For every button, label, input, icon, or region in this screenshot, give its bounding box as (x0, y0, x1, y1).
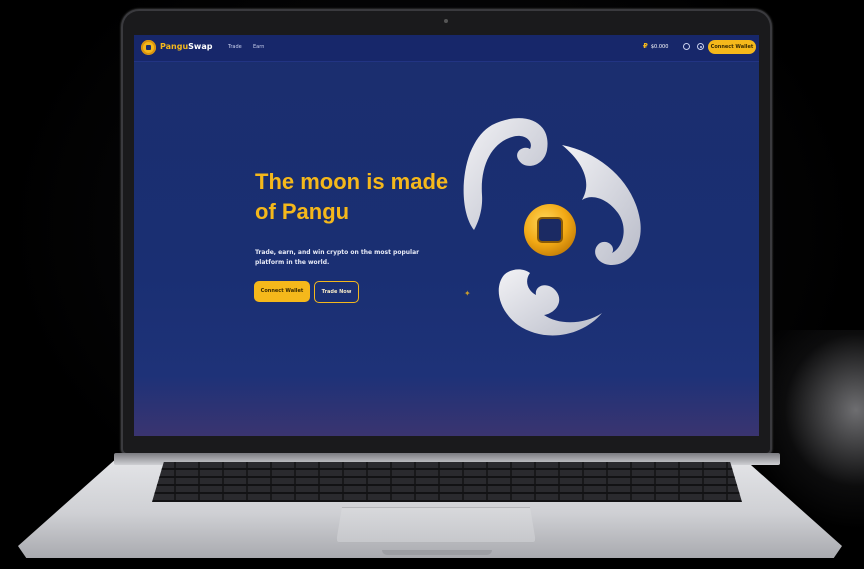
laptop-keyboard (152, 462, 742, 502)
laptop-screen: PanguSwap Trade Earn ₽ $0.000 Connect Wal… (134, 35, 759, 436)
connect-wallet-button[interactable]: Connect Wallet (254, 281, 310, 302)
nav-item-earn[interactable]: Earn (253, 44, 264, 50)
laptop-scene: PanguSwap Trade Earn ₽ $0.000 Connect Wal… (0, 0, 864, 569)
brand-name-first: Pangu (160, 42, 189, 51)
gear-icon[interactable] (697, 43, 704, 50)
globe-icon[interactable] (683, 43, 690, 50)
brand-name[interactable]: PanguSwap (160, 42, 212, 51)
pangu-token-icon: ₽ (643, 42, 648, 50)
laptop-front-notch (382, 550, 492, 555)
hero-headline: The moon is made of Pangu (255, 169, 449, 224)
trade-now-button[interactable]: Trade Now (314, 281, 359, 303)
cloud-swirl-bottom (498, 269, 602, 336)
nav-item-trade[interactable]: Trade (228, 44, 242, 50)
camera-icon (444, 19, 448, 23)
laptop-trackpad (336, 507, 536, 543)
connect-wallet-button-header[interactable]: Connect Wallet (708, 40, 756, 54)
pangu-logo-icon[interactable] (141, 40, 156, 55)
laptop-lid: PanguSwap Trade Earn ₽ $0.000 Connect Wal… (121, 9, 772, 455)
hero-subtext: Trade, earn, and win crypto on the most … (255, 249, 420, 266)
cloud-swirl-right (562, 145, 641, 265)
token-price-value: $0.000 (650, 44, 669, 50)
token-price[interactable]: ₽ $0.000 (643, 42, 668, 50)
cloud-coin-illustration (463, 118, 641, 336)
top-navigation-bar: PanguSwap Trade Earn ₽ $0.000 Connect Wal… (134, 35, 759, 62)
coin-square-hole (537, 217, 563, 243)
brand-name-second: Swap (188, 42, 213, 51)
